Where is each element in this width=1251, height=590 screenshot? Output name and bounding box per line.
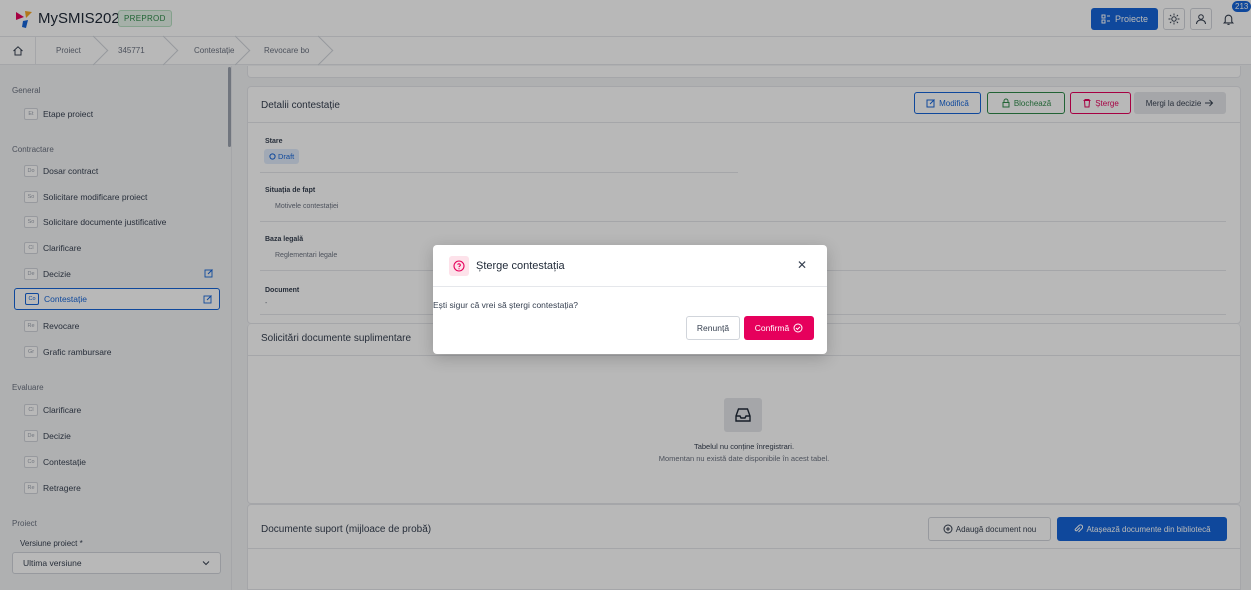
close-icon[interactable]: ✕ [797,258,807,272]
dialog-header: Șterge contestația ✕ [433,245,827,287]
question-icon [449,256,469,276]
dialog-message: Ești sigur că vrei să ștergi contestația… [433,300,579,310]
confirm-button[interactable]: Confirmă [744,316,814,340]
cancel-button[interactable]: Renunță [686,316,740,340]
check-circle-icon [793,323,803,333]
dialog-title: Șterge contestația [476,260,565,272]
delete-confirmation-dialog: Șterge contestația ✕ Ești sigur că vrei … [433,245,827,354]
